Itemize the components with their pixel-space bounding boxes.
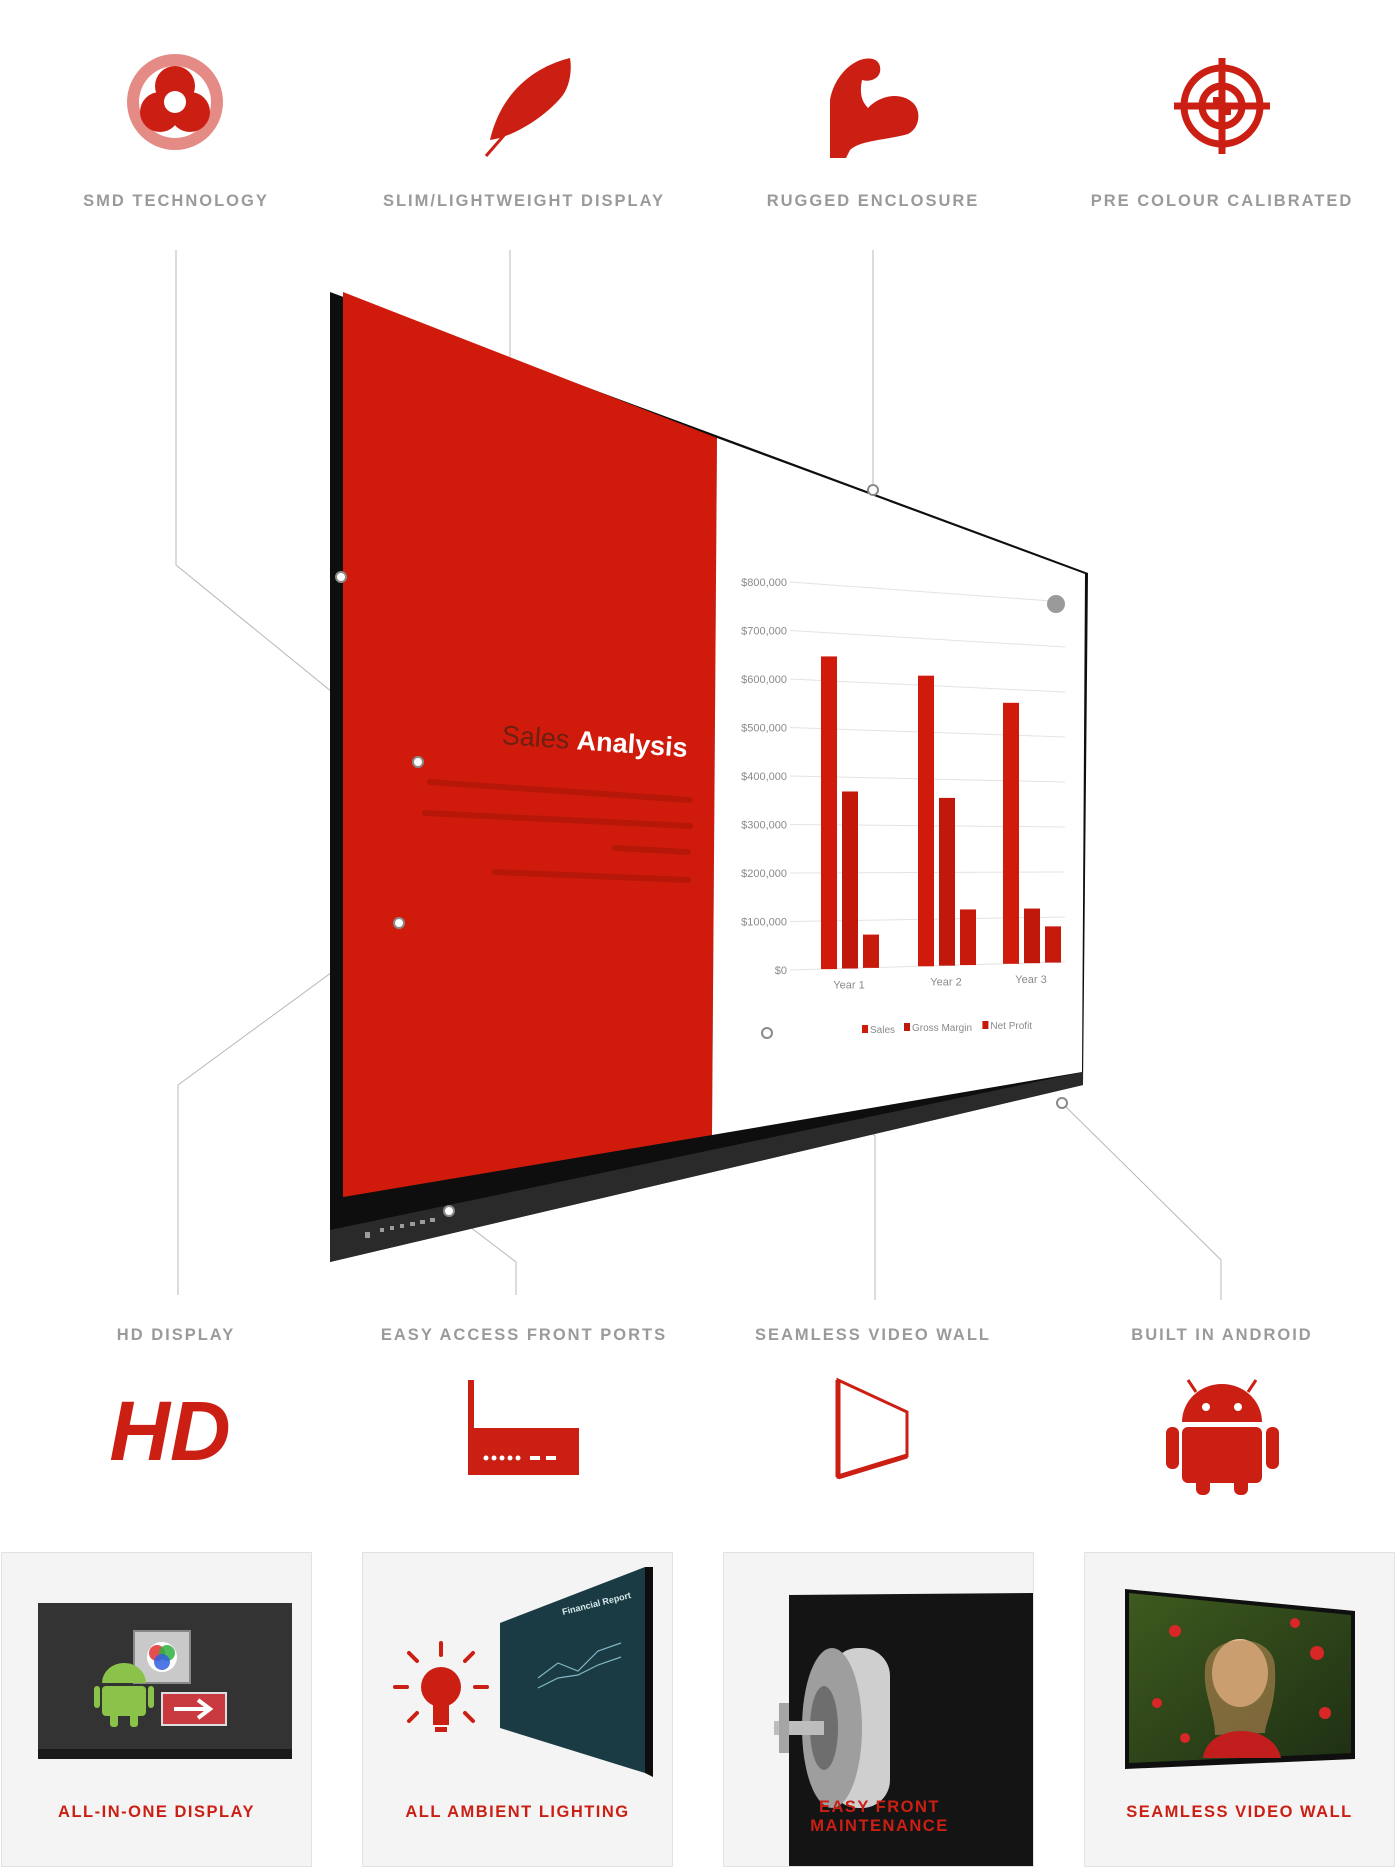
x-tick-label: Year 1 — [833, 979, 864, 991]
legend-swatch — [862, 1025, 868, 1033]
x-tick-label: Year 2 — [930, 976, 961, 988]
y-tick-label: $500,000 — [741, 723, 787, 735]
y-tick-label: $200,000 — [741, 868, 787, 880]
front-ports-icon — [468, 1380, 579, 1475]
smd-technology-icon — [127, 54, 223, 150]
legend-label: Gross Margin — [912, 1023, 972, 1034]
card-label: EASY FRONT MAINTENANCE — [724, 1798, 1033, 1836]
feature-label-slim: SLIM/LIGHTWEIGHT DISPLAY — [382, 192, 666, 210]
crosshair-target-icon — [1174, 58, 1270, 154]
chart-bar — [842, 791, 858, 969]
chart-bar — [960, 909, 976, 966]
chart-bar — [918, 675, 934, 967]
x-tick-label: Year 3 — [1015, 974, 1046, 986]
video-wall-panel-icon — [835, 1377, 909, 1480]
screen-title-part1: Sales — [501, 720, 570, 755]
flexed-arm-icon — [830, 58, 919, 158]
feature-label-ports: EASY ACCESS FRONT PORTS — [380, 1326, 668, 1344]
y-tick-label: $400,000 — [741, 771, 787, 783]
card-label-text: EASY FRONT MAINTENANCE — [810, 1798, 949, 1835]
svg-text:HD: HD — [109, 1384, 230, 1478]
chart-bar — [1024, 908, 1040, 964]
legend-swatch — [982, 1021, 989, 1029]
legend-label: Net Profit — [990, 1021, 1032, 1032]
chart-bar — [863, 934, 879, 968]
y-tick-label: $600,000 — [741, 674, 787, 686]
y-tick-label: $800,000 — [741, 577, 787, 589]
card-label: ALL AMBIENT LIGHTING — [405, 1803, 630, 1821]
card-all-in-one[interactable]: ALL-IN-ONE DISPLAY — [1, 1552, 312, 1867]
card-label: ALL-IN-ONE DISPLAY — [58, 1803, 255, 1821]
hd-icon: HD — [109, 1384, 230, 1478]
feather-icon — [484, 58, 571, 157]
card-seamless-video-wall[interactable]: SEAMLESS VIDEO WALL — [1084, 1552, 1395, 1867]
feature-label-smd: SMD TECHNOLOGY — [83, 192, 269, 210]
legend-label: Sales — [870, 1025, 895, 1036]
feature-label-android: BUILT IN ANDROID — [1131, 1326, 1313, 1344]
card-label: SEAMLESS VIDEO WALL — [1126, 1803, 1353, 1821]
card-front-maintenance[interactable]: EASY FRONT MAINTENANCE — [723, 1552, 1034, 1867]
y-tick-label: $0 — [775, 965, 787, 977]
chart-bar — [1003, 702, 1019, 964]
android-icon — [1166, 1379, 1279, 1495]
chart-bar — [939, 797, 955, 966]
light-bulb-icon — [393, 1641, 489, 1732]
feature-label-hd: HD DISPLAY — [116, 1326, 236, 1344]
card-ambient-lighting[interactable]: Financial Report ALL AMBIENT LIGHTING — [362, 1552, 673, 1867]
screen-menu-icon — [1047, 595, 1065, 613]
chart-bar — [821, 656, 837, 970]
feature-label-video-wall: SEAMLESS VIDEO WALL — [754, 1326, 992, 1344]
product-illustration: Sales Analysis $800,000$700,000$600,000$… — [109, 54, 1279, 1495]
chart-bar — [1045, 926, 1061, 963]
y-tick-label: $700,000 — [741, 626, 787, 638]
feature-label-rugged: RUGGED ENCLOSURE — [766, 192, 980, 210]
legend-swatch — [904, 1023, 910, 1031]
y-tick-label: $300,000 — [741, 820, 787, 832]
y-tick-label: $100,000 — [741, 917, 787, 929]
feature-label-colour: PRE COLOUR CALIBRATED — [1090, 192, 1354, 210]
